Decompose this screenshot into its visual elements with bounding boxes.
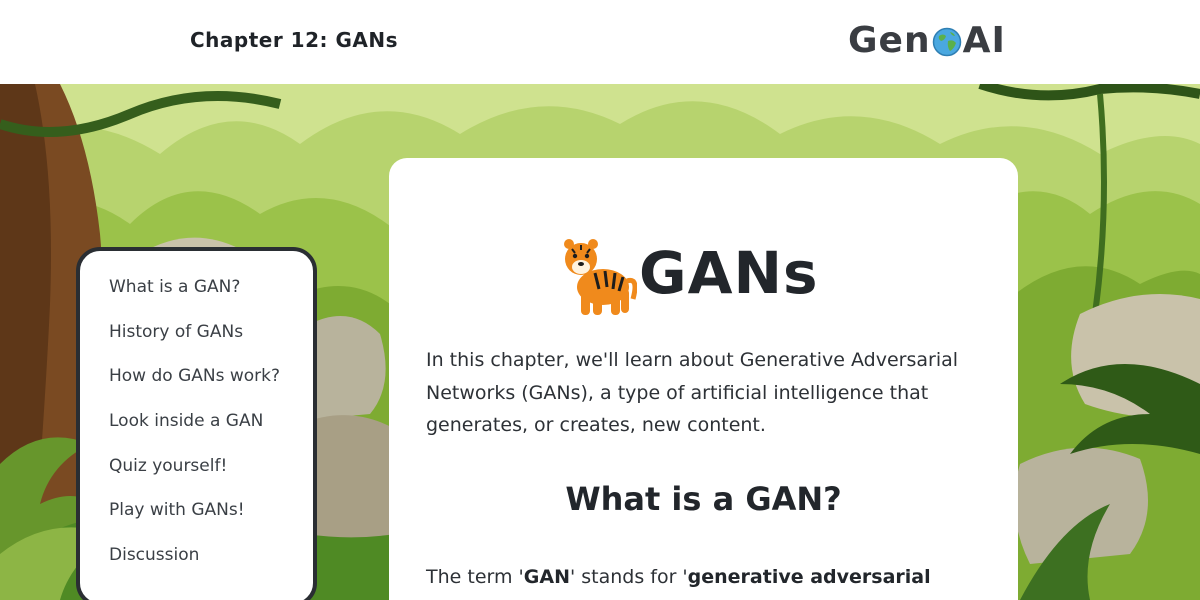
page-title-text: GANs [639, 239, 819, 307]
nav-item-discussion[interactable]: Discussion [109, 545, 313, 590]
body-prefix: The term ' [426, 566, 524, 588]
body-term: GAN [523, 566, 570, 588]
nav-item-what-is-a-gan[interactable]: What is a GAN? [109, 277, 313, 322]
globe-icon [932, 25, 962, 57]
nav-item-look-inside[interactable]: Look inside a GAN [109, 411, 313, 456]
site-header: Chapter 12: GANs Gen AI [0, 0, 1200, 84]
nav-item-how-gans-work[interactable]: How do GANs work? [109, 366, 313, 411]
nav-item-play[interactable]: Play with GANs! [109, 500, 313, 545]
gan-definition-text: The term 'GAN' stands for 'generative ad… [426, 562, 986, 592]
body-expansion: generative adversarial [687, 566, 931, 588]
section-heading-what-is-a-gan: What is a GAN? [565, 480, 842, 518]
logo-text-ai: AI [962, 19, 1006, 61]
nav-item-history[interactable]: History of GANs [109, 322, 313, 367]
genai-logo[interactable]: Gen AI [848, 18, 1006, 62]
page-title: GANs [559, 228, 819, 318]
chapter-title: Chapter 12: GANs [190, 28, 399, 52]
nav-item-quiz[interactable]: Quiz yourself! [109, 456, 313, 501]
chapter-intro: In this chapter, we'll learn about Gener… [426, 349, 959, 436]
tiger-icon [559, 229, 638, 317]
content-card: GANs In this chapter, we'll learn about … [389, 158, 1018, 600]
chapter-nav: What is a GAN? History of GANs How do GA… [76, 247, 317, 600]
body-middle: ' stands for ' [569, 566, 688, 588]
logo-text-gen: Gen [848, 19, 931, 61]
